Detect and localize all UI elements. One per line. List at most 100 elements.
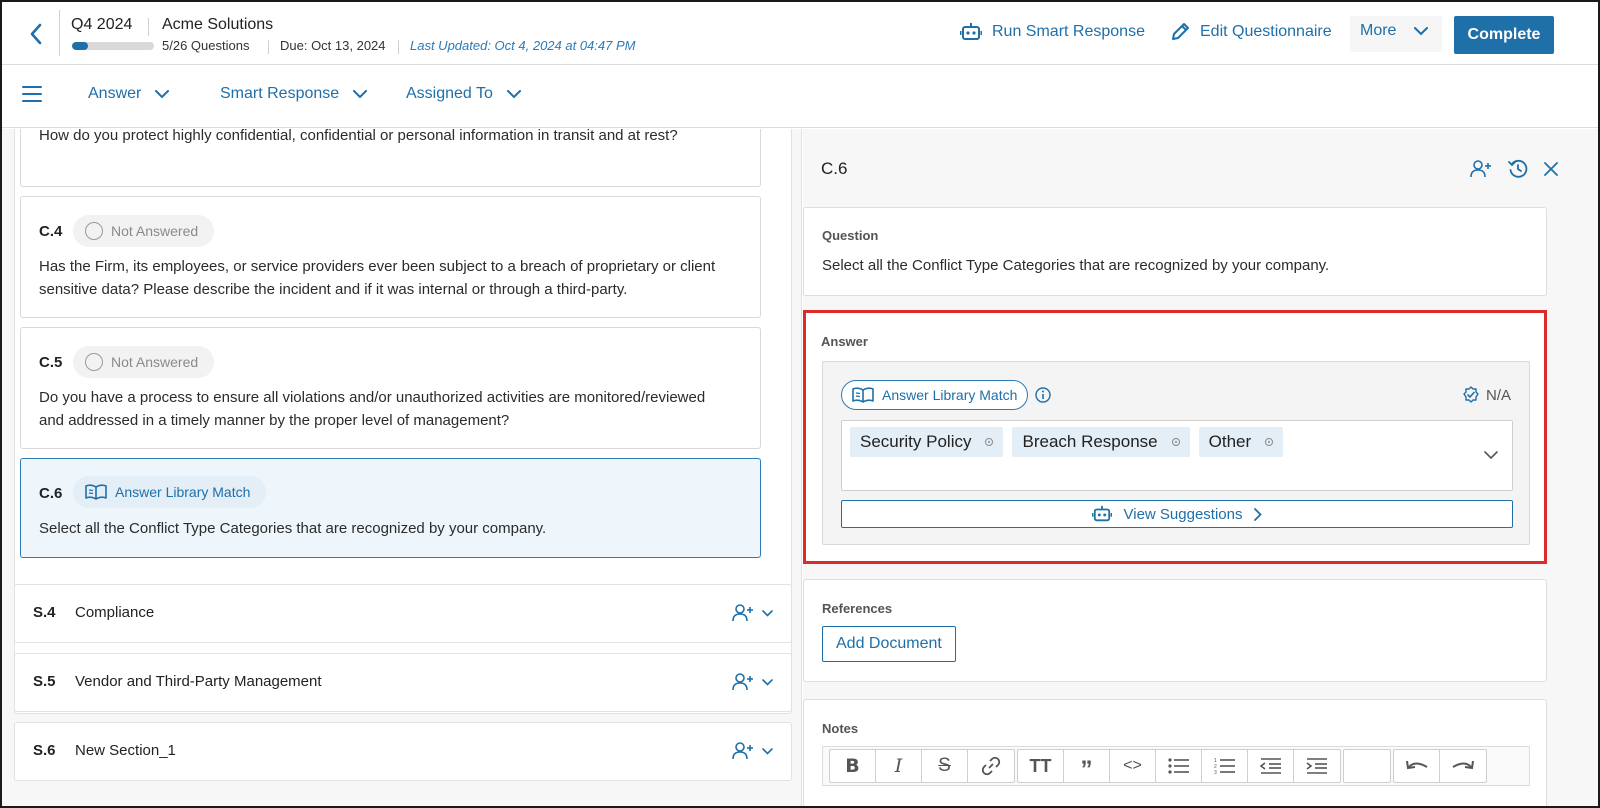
question-card-c6[interactable]: C.6 Answer Library Match Select all the … — [20, 458, 761, 558]
bold-icon[interactable]: B — [830, 750, 876, 782]
selected-option-chip[interactable]: Other — [1198, 427, 1284, 457]
question-text: Has the Firm, its employees, or service … — [39, 258, 716, 298]
chip-label: Other — [1208, 432, 1252, 451]
redo-icon[interactable] — [1440, 750, 1486, 782]
status-label: Not Answered — [111, 354, 199, 370]
header-bar: Q4 2024 Acme Solutions 5/26 Questions Du… — [2, 2, 1598, 65]
section-name: Vendor and Third-Party Management — [75, 673, 322, 690]
app-frame: Q4 2024 Acme Solutions 5/26 Questions Du… — [2, 2, 1598, 806]
answer-filter-dropdown[interactable]: Answer — [88, 85, 170, 103]
notes-label: Notes — [822, 721, 859, 736]
references-panel: References Add Document — [803, 579, 1547, 682]
chevron-down-icon — [353, 89, 368, 98]
section-id: S.5 — [33, 673, 56, 690]
rich-text-toolbar: B I S TT ” <> 123 — [822, 746, 1530, 786]
chip-label: Security Policy — [860, 432, 972, 451]
chevron-down-icon — [1414, 26, 1429, 35]
chevron-down-icon[interactable] — [762, 609, 773, 617]
history-icon[interactable] — [1508, 159, 1528, 179]
section-row-s4[interactable]: S.4 Compliance — [14, 584, 792, 643]
edit-questionnaire-label: Edit Questionnaire — [1200, 23, 1332, 40]
section-name: New Section_1 — [75, 742, 176, 759]
indent-icon[interactable] — [1294, 750, 1340, 782]
close-icon[interactable] — [1544, 162, 1558, 176]
progress-bar — [72, 42, 154, 50]
chevron-down-icon[interactable] — [762, 678, 773, 686]
link-icon[interactable] — [968, 750, 1014, 782]
chevron-down-icon — [506, 89, 521, 98]
question-card-c4[interactable]: C.4 Not Answered Has the Firm, its emplo… — [20, 196, 761, 318]
edit-questionnaire-button[interactable]: Edit Questionnaire — [1170, 22, 1332, 42]
pencil-icon — [1172, 23, 1189, 40]
assigned-to-filter-dropdown[interactable]: Assigned To — [406, 85, 521, 103]
font-size-icon[interactable]: TT — [1018, 750, 1064, 782]
back-button[interactable] — [24, 20, 48, 48]
assign-user-icon[interactable] — [732, 742, 754, 760]
run-smart-response-label: Run Smart Response — [992, 23, 1145, 40]
bullet-list-icon[interactable] — [1156, 750, 1202, 782]
undo-icon[interactable] — [1394, 750, 1440, 782]
open-book-icon — [852, 387, 874, 403]
info-icon[interactable] — [1035, 387, 1051, 403]
hamburger-menu-icon[interactable] — [22, 86, 42, 104]
assigned-to-filter-label: Assigned To — [406, 85, 493, 102]
company-name: Acme Solutions — [162, 16, 274, 33]
assign-user-icon[interactable] — [732, 604, 754, 622]
section-row-s5[interactable]: S.5 Vendor and Third-Party Management — [14, 653, 792, 712]
remove-chip-icon[interactable] — [1171, 438, 1180, 446]
robot-icon — [960, 23, 982, 40]
numbered-list-icon[interactable]: 123 — [1202, 750, 1248, 782]
more-menu-button[interactable]: More — [1360, 22, 1429, 40]
outdent-icon[interactable] — [1248, 750, 1294, 782]
smart-response-filter-dropdown[interactable]: Smart Response — [220, 85, 368, 103]
answer-library-match-button[interactable]: Answer Library Match — [841, 380, 1029, 410]
chevron-down-icon — [1484, 451, 1498, 460]
divider — [398, 40, 399, 54]
italic-icon[interactable]: I — [876, 750, 922, 782]
question-detail-pane: C.6 Question Select all the Conflict Typ… — [803, 129, 1598, 806]
blockquote-icon[interactable]: ” — [1064, 750, 1110, 782]
assign-user-icon[interactable] — [732, 673, 754, 691]
question-id: C.6 — [39, 485, 63, 502]
question-card[interactable]: How do you protect highly confidential, … — [20, 129, 761, 187]
divider — [148, 18, 149, 36]
badge-check-icon — [1463, 386, 1479, 403]
multiselect-toggle[interactable] — [1470, 421, 1512, 490]
status-badge: Answer Library Match — [73, 476, 267, 508]
question-text: Do you have a process to ensure all viol… — [39, 389, 706, 429]
strikethrough-icon[interactable]: S — [922, 750, 968, 782]
chevron-down-icon — [155, 89, 170, 98]
question-id: C.4 — [39, 223, 63, 240]
chevron-down-icon[interactable] — [762, 747, 773, 755]
code-icon[interactable]: <> — [1110, 750, 1156, 782]
notes-panel: Notes B I S TT ” <> 1 2 3 — [803, 699, 1547, 806]
section-id: S.6 — [33, 742, 56, 759]
selected-option-chip[interactable]: Security Policy — [850, 427, 1004, 457]
question-count: 5/26 Questions — [162, 38, 250, 53]
run-smart-response-button[interactable]: Run Smart Response — [960, 22, 1145, 42]
filter-toolbar: Answer Smart Response Assigned To — [2, 65, 1598, 128]
smart-response-filter-label: Smart Response — [220, 85, 340, 102]
question-list-pane: How do you protect highly confidential, … — [2, 129, 802, 806]
question-text: Select all the Conflict Type Categories … — [822, 257, 1330, 274]
view-suggestions-button[interactable]: View Suggestions — [841, 500, 1513, 528]
add-document-button[interactable]: Add Document — [822, 626, 956, 662]
remove-chip-icon[interactable] — [985, 438, 994, 446]
answer-label: Answer — [821, 334, 868, 349]
divider — [59, 10, 60, 56]
selected-option-chip[interactable]: Breach Response — [1012, 427, 1190, 457]
mark-na-button[interactable]: N/A — [1462, 386, 1511, 404]
assign-user-icon[interactable] — [1470, 160, 1492, 178]
references-label: References — [822, 601, 893, 616]
section-row-s6[interactable]: S.6 New Section_1 — [14, 722, 792, 781]
question-label: Question — [822, 228, 879, 243]
section-id: S.4 — [33, 604, 56, 621]
status-badge: Not Answered — [73, 215, 215, 247]
blank-tool-button[interactable] — [1344, 750, 1390, 782]
complete-button[interactable]: Complete — [1454, 16, 1554, 54]
remove-chip-icon[interactable] — [1265, 438, 1274, 446]
divider — [268, 40, 269, 54]
answer-multiselect[interactable]: Security Policy Breach Response Other — [841, 420, 1513, 491]
question-card-c5[interactable]: C.5 Not Answered Do you have a process t… — [20, 327, 761, 449]
na-label: N/A — [1485, 386, 1511, 404]
